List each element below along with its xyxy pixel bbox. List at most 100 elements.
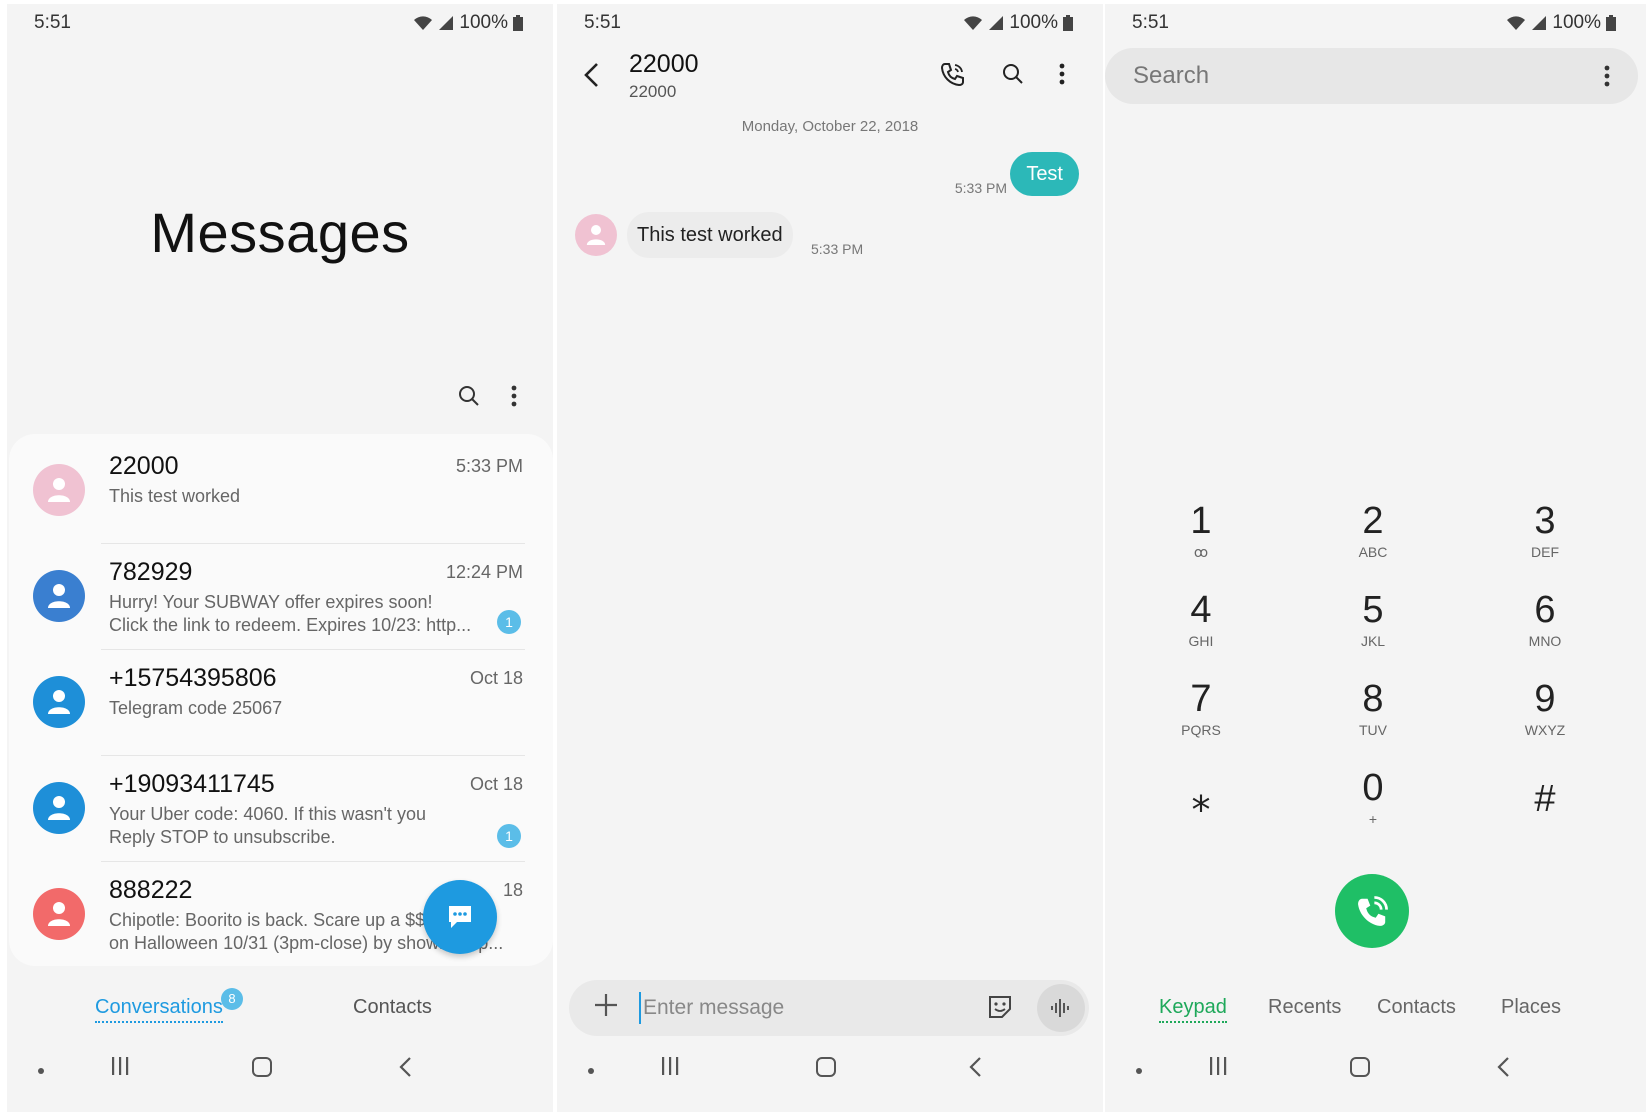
- back-icon[interactable]: [398, 1056, 412, 1078]
- key-letters: TUV: [1359, 722, 1387, 738]
- status-time: 5:51: [34, 12, 71, 33]
- key-letters: JKL: [1360, 633, 1386, 649]
- battery-icon: [513, 15, 523, 31]
- tab-recents[interactable]: Recents: [1268, 996, 1341, 1019]
- signal-icon: [1532, 16, 1547, 30]
- status-time: 5:51: [1132, 12, 1169, 33]
- search-icon[interactable]: [457, 384, 481, 408]
- conversation-name: 888222: [109, 876, 193, 904]
- back-icon[interactable]: [1496, 1056, 1510, 1078]
- key-digit: ⁎: [1191, 778, 1211, 820]
- status-time: 5:51: [584, 12, 621, 33]
- tab-keypad[interactable]: Keypad: [1159, 996, 1227, 1023]
- key-2[interactable]: 2 ABC: [1318, 500, 1428, 586]
- incoming-message-bubble[interactable]: This test worked: [627, 212, 793, 258]
- key-digit: 1: [1190, 500, 1212, 542]
- back-icon[interactable]: [968, 1056, 982, 1078]
- key-digit: 5: [1362, 589, 1384, 631]
- home-icon[interactable]: [1349, 1056, 1371, 1078]
- recent-apps-icon[interactable]: [110, 1056, 130, 1076]
- key-5[interactable]: 5 JKL: [1318, 589, 1428, 675]
- person-icon: [48, 478, 70, 502]
- conversation-time: 18: [502, 880, 523, 900]
- key-0[interactable]: 0 +: [1318, 767, 1428, 853]
- person-icon: [48, 690, 70, 714]
- battery-icon: [1063, 15, 1073, 31]
- tab-places[interactable]: Places: [1501, 996, 1561, 1019]
- system-nav-bar: [1105, 1032, 1646, 1112]
- search-input[interactable]: [1133, 60, 1513, 92]
- key-8[interactable]: 8 TUV: [1318, 678, 1428, 764]
- key-letters: WXYZ: [1524, 722, 1566, 738]
- avatar[interactable]: [575, 214, 617, 256]
- compose-button[interactable]: [423, 880, 497, 954]
- battery-percent: 100%: [1552, 12, 1601, 33]
- wifi-icon: [964, 16, 983, 30]
- key-9[interactable]: 9 WXYZ: [1490, 678, 1600, 764]
- voice-record-button[interactable]: [1037, 984, 1085, 1032]
- outgoing-message-bubble[interactable]: Test: [1010, 152, 1079, 196]
- unread-badge: 1: [497, 610, 521, 634]
- person-icon: [48, 902, 70, 926]
- wifi-call-icon[interactable]: [939, 60, 967, 88]
- key-hash[interactable]: #: [1490, 778, 1600, 864]
- recent-apps-icon[interactable]: [660, 1056, 680, 1076]
- sticker-icon[interactable]: [987, 994, 1013, 1020]
- unread-badge: 1: [497, 824, 521, 848]
- key-letters: GHI: [1188, 633, 1214, 649]
- key-letters: MNO: [1528, 633, 1562, 649]
- key-3[interactable]: 3 DEF: [1490, 500, 1600, 586]
- nav-dot-icon: [1136, 1068, 1142, 1074]
- more-options-icon[interactable]: [1604, 64, 1610, 88]
- home-icon[interactable]: [815, 1056, 837, 1078]
- person-icon: [586, 225, 606, 245]
- conversation-screen: 5:51 100% 22000 22000 Monday, October 22…: [557, 4, 1103, 1112]
- conversation-item[interactable]: +19093411745 Oct 18 Your Uber code: 4060…: [9, 752, 553, 862]
- key-6[interactable]: 6 MNO: [1490, 589, 1600, 675]
- plus-icon[interactable]: [593, 992, 619, 1018]
- wifi-icon: [1507, 16, 1526, 30]
- conversation-time: 5:33 PM: [455, 456, 523, 476]
- back-arrow-icon[interactable]: [583, 62, 599, 88]
- voice-wave-icon: [1051, 999, 1069, 1017]
- date-separator: Monday, October 22, 2018: [741, 118, 919, 135]
- key-4[interactable]: 4 GHI: [1146, 589, 1256, 675]
- key-letters: +: [1368, 811, 1378, 827]
- conversation-item[interactable]: +15754395806 Oct 18 Telegram code 25067: [9, 646, 553, 756]
- key-star[interactable]: ⁎: [1146, 778, 1256, 864]
- more-options-icon[interactable]: [511, 384, 517, 408]
- tab-contacts[interactable]: Contacts: [1377, 996, 1456, 1019]
- home-icon[interactable]: [251, 1056, 273, 1078]
- dialer-search-bar: [1105, 48, 1638, 104]
- conversation-preview: Chipotle: Boorito is back. Scare up a $$…: [109, 910, 436, 930]
- tab-conversations[interactable]: Conversations: [95, 996, 223, 1023]
- search-icon[interactable]: [1001, 62, 1025, 86]
- avatar: [33, 676, 85, 728]
- page-title: Messages: [150, 201, 410, 264]
- nav-dot-icon: [588, 1068, 594, 1074]
- avatar: [33, 464, 85, 516]
- key-digit: #: [1534, 778, 1556, 820]
- battery-percent: 100%: [1009, 12, 1058, 33]
- message-time: 5:33 PM: [954, 180, 1007, 196]
- conversation-preview: Your Uber code: 4060. If this wasn't you: [109, 804, 426, 824]
- message-input[interactable]: [639, 992, 959, 1024]
- conversation-name: +15754395806: [109, 664, 277, 692]
- conversation-preview: Hurry! Your SUBWAY offer expires soon!: [109, 592, 433, 612]
- more-options-icon[interactable]: [1059, 62, 1065, 86]
- conversation-name: 22000: [109, 452, 179, 480]
- tab-contacts[interactable]: Contacts: [353, 996, 432, 1019]
- key-1[interactable]: 1ꝏ: [1146, 500, 1256, 586]
- message-composer: [569, 980, 1089, 1036]
- key-digit: 8: [1362, 678, 1384, 720]
- conversation-item[interactable]: 782929 12:24 PM Hurry! Your SUBWAY offer…: [9, 540, 553, 650]
- conversation-name: +19093411745: [109, 770, 275, 798]
- key-7[interactable]: 7 PQRS: [1146, 678, 1256, 764]
- keypad: 1ꝏ 2 ABC 3 DEF 4 GHI 5 JKL 6 MNO 7 PQRS 8 TUV 9…: [1105, 500, 1646, 860]
- conversation-preview: This test worked: [109, 486, 241, 506]
- message-time: 5:33 PM: [811, 241, 864, 257]
- conversation-item[interactable]: 22000 5:33 PM This test worked: [9, 434, 553, 544]
- recent-apps-icon[interactable]: [1208, 1056, 1228, 1076]
- status-bar: 5:51 100%: [7, 4, 553, 44]
- call-button[interactable]: [1335, 874, 1409, 948]
